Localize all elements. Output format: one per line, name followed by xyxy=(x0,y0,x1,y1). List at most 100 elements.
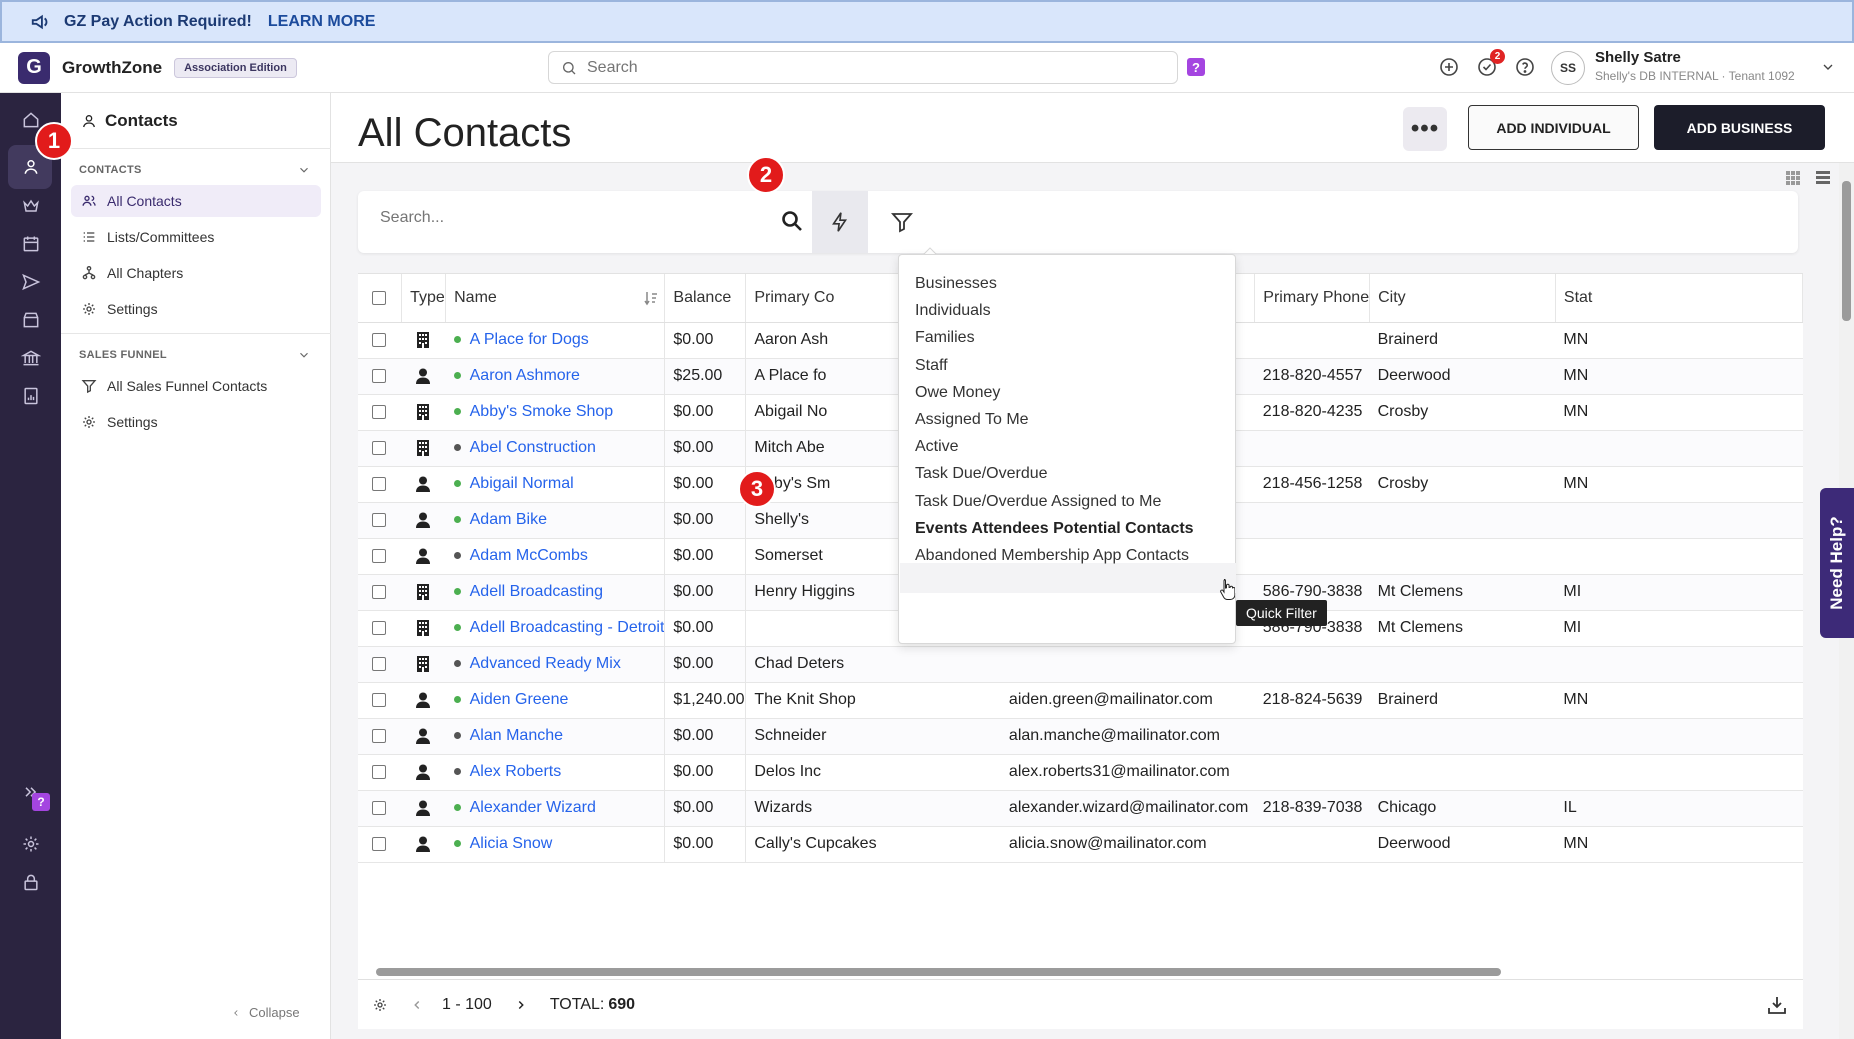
tasks-icon[interactable]: 2 xyxy=(1475,49,1505,79)
row-checkbox-cell[interactable] xyxy=(358,610,402,647)
row-checkbox[interactable] xyxy=(372,440,386,455)
contact-name-link[interactable]: Advanced Ready Mix xyxy=(470,655,621,672)
column-header-city[interactable]: City xyxy=(1369,274,1556,323)
row-checkbox[interactable] xyxy=(372,692,386,707)
contact-name-link[interactable]: Alan Manche xyxy=(470,727,563,744)
row-checkbox[interactable] xyxy=(372,728,386,743)
quick-filter-option[interactable]: Owe Money xyxy=(915,384,1000,402)
sidebar-item-lists-committees[interactable]: Lists/Committees xyxy=(71,221,321,253)
row-checkbox[interactable] xyxy=(372,656,386,671)
contact-name-link[interactable]: Adell Broadcasting xyxy=(470,583,603,600)
quick-filter-option[interactable]: Active xyxy=(915,438,959,456)
name-cell[interactable]: Advanced Ready Mix xyxy=(445,646,666,683)
lock-icon[interactable] xyxy=(18,869,44,895)
name-cell[interactable]: Abigail Normal xyxy=(445,466,666,503)
row-checkbox[interactable] xyxy=(372,368,386,383)
name-cell[interactable]: Abby's Smoke Shop xyxy=(445,394,666,431)
sidebar-item-funnel-settings[interactable]: Settings xyxy=(71,406,321,438)
row-checkbox[interactable] xyxy=(372,836,386,851)
row-checkbox[interactable] xyxy=(372,404,386,419)
row-checkbox[interactable] xyxy=(372,476,386,491)
chevron-down-icon[interactable] xyxy=(1820,59,1836,75)
name-cell[interactable]: Adell Broadcasting - Detroit xyxy=(445,610,666,647)
scrollbar-thumb[interactable] xyxy=(376,968,1501,976)
name-cell[interactable]: Aiden Greene xyxy=(445,682,666,719)
sort-icon[interactable] xyxy=(644,290,658,306)
row-checkbox-cell[interactable] xyxy=(358,430,402,467)
quick-filter-option[interactable]: Families xyxy=(915,329,975,347)
row-checkbox-cell[interactable] xyxy=(358,466,402,503)
row-checkbox[interactable] xyxy=(372,584,386,599)
list-view-icon[interactable] xyxy=(1816,171,1830,185)
user-menu[interactable]: Shelly Satre Shelly's DB INTERNAL · Tena… xyxy=(1595,49,1795,83)
row-checkbox-cell[interactable] xyxy=(358,358,402,395)
column-header-type[interactable]: Type xyxy=(401,274,447,323)
contact-name-link[interactable]: A Place for Dogs xyxy=(470,331,589,348)
table-row[interactable]: Alex Roberts $0.00 Delos Inc alex.roberts31… xyxy=(358,754,1803,791)
contacts-icon[interactable] xyxy=(18,154,44,180)
name-cell[interactable]: Adam Bike xyxy=(445,502,666,539)
row-checkbox-cell[interactable] xyxy=(358,754,402,791)
search-icon[interactable] xyxy=(780,209,804,233)
calendar-icon[interactable] xyxy=(18,231,44,257)
contact-name-link[interactable]: Adam Bike xyxy=(470,511,547,528)
global-search-input[interactable] xyxy=(587,58,1147,77)
row-checkbox-cell[interactable] xyxy=(358,538,402,575)
add-business-button[interactable]: ADD BUSINESS xyxy=(1654,105,1825,150)
growthzone-logo[interactable]: G xyxy=(18,51,50,84)
gear-icon[interactable] xyxy=(372,997,388,1013)
quick-filter-option[interactable]: Task Due/Overdue xyxy=(915,465,1048,483)
row-checkbox[interactable] xyxy=(372,332,386,347)
help-icon[interactable] xyxy=(1513,55,1537,79)
contacts-search-input[interactable] xyxy=(380,209,760,227)
contact-name-link[interactable]: Aaron Ashmore xyxy=(470,367,580,384)
crown-icon[interactable] xyxy=(18,193,44,219)
gear-icon[interactable] xyxy=(18,831,44,857)
quick-filter-option[interactable]: Events Attendees Potential Contacts xyxy=(915,520,1194,538)
column-header-primary-phone[interactable]: Primary Phone xyxy=(1254,274,1371,323)
filter-button[interactable] xyxy=(874,191,930,253)
contact-name-link[interactable]: Adam McCombs xyxy=(470,547,588,564)
sidebar-item-settings[interactable]: Settings xyxy=(71,293,321,325)
grid-view-icon[interactable] xyxy=(1786,171,1800,185)
help-shortcut-icon[interactable]: ? xyxy=(1187,58,1205,76)
name-cell[interactable]: Alex Roberts xyxy=(445,754,666,791)
row-checkbox-cell[interactable] xyxy=(358,574,402,611)
column-header-name[interactable]: Name xyxy=(445,274,666,323)
quick-filter-option[interactable]: Abandoned Membership App Contacts xyxy=(915,547,1189,565)
horizontal-scrollbar[interactable] xyxy=(358,965,1803,979)
row-checkbox[interactable] xyxy=(372,548,386,563)
name-cell[interactable]: Aaron Ashmore xyxy=(445,358,666,395)
row-checkbox-cell[interactable] xyxy=(358,790,402,827)
report-icon[interactable] xyxy=(18,383,44,409)
sidebar-item-all-contacts[interactable]: All Contacts xyxy=(71,185,321,217)
chevron-right-icon[interactable] xyxy=(514,998,528,1012)
name-cell[interactable]: Alexander Wizard xyxy=(445,790,666,827)
row-checkbox[interactable] xyxy=(372,512,386,527)
contact-name-link[interactable]: Alexander Wizard xyxy=(470,799,596,816)
download-icon[interactable] xyxy=(1765,993,1789,1017)
send-icon[interactable] xyxy=(18,269,44,295)
row-checkbox-cell[interactable] xyxy=(358,322,402,359)
contact-name-link[interactable]: Abigail Normal xyxy=(470,475,574,492)
table-row[interactable]: Alicia Snow $0.00 Cally's Cupcakes alicia.s… xyxy=(358,826,1803,863)
row-checkbox[interactable] xyxy=(372,620,386,635)
chevron-down-icon[interactable] xyxy=(297,348,311,362)
table-row[interactable]: Advanced Ready Mix $0.00 Chad Deters xyxy=(358,646,1803,683)
bank-icon[interactable] xyxy=(18,345,44,371)
row-checkbox-cell[interactable] xyxy=(358,718,402,755)
store-icon[interactable] xyxy=(18,307,44,333)
quick-filter-button[interactable] xyxy=(812,191,868,253)
select-all-checkbox[interactable] xyxy=(372,290,386,305)
quick-filter-option[interactable]: Individuals xyxy=(915,302,991,320)
quick-filter-option[interactable]: Assigned To Me xyxy=(915,411,1029,429)
name-cell[interactable]: Alicia Snow xyxy=(445,826,666,863)
learn-more-link[interactable]: LEARN MORE xyxy=(268,13,376,31)
avatar[interactable]: SS xyxy=(1551,51,1585,85)
name-cell[interactable]: Alan Manche xyxy=(445,718,666,755)
row-checkbox[interactable] xyxy=(372,764,386,779)
scrollbar-thumb[interactable] xyxy=(1842,181,1851,321)
help-shortcut-rail-icon[interactable]: ? xyxy=(32,793,50,811)
contact-name-link[interactable]: Alex Roberts xyxy=(470,763,562,780)
quick-filter-option[interactable]: Staff xyxy=(915,357,948,375)
